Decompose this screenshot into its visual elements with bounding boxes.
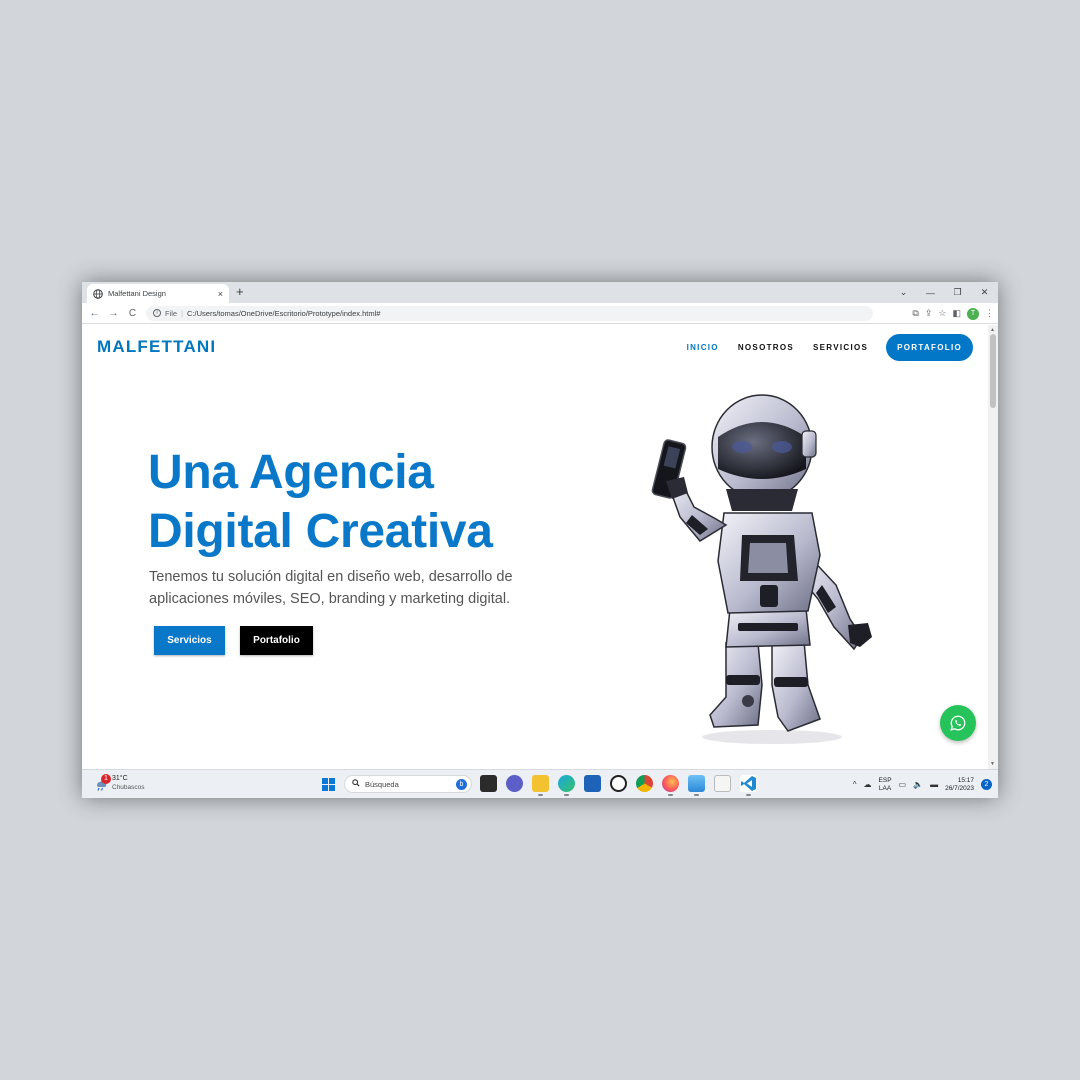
profile-avatar[interactable]: T (967, 307, 979, 320)
taskbar-search[interactable]: Búsqueda b (344, 775, 472, 793)
nav-button-portafolio[interactable]: PORTAFOLIO (886, 334, 973, 361)
search-icon (352, 779, 360, 789)
weather-alert-badge: 1 (101, 774, 111, 784)
forward-button[interactable]: → (104, 308, 123, 319)
page-viewport: MALFETTANI INICIO NOSOTROS SERVICIOS POR… (82, 325, 988, 769)
address-separator: | (181, 308, 184, 318)
tab-title: Malfettani Design (108, 289, 166, 298)
address-url[interactable]: C:/Users/tomas/OneDrive/Escritorio/Proto… (187, 309, 380, 318)
clock-time: 15:17 (957, 776, 974, 784)
input-language[interactable]: ESP LAA (879, 777, 892, 793)
site-info-icon[interactable]: i (153, 309, 161, 317)
back-button[interactable]: ← (85, 308, 104, 319)
site-logo[interactable]: MALFETTANI (97, 337, 216, 357)
notification-badge[interactable]: 2 (981, 779, 992, 790)
address-scheme: File (165, 308, 178, 318)
close-window-button[interactable]: ✕ (971, 287, 998, 298)
tray-chevron-icon[interactable]: ^ (853, 780, 857, 789)
bing-icon: b (456, 778, 467, 790)
servicios-button[interactable]: Servicios (154, 626, 225, 655)
hero-title-line2: Digital Creativa (148, 505, 493, 558)
file-explorer-icon[interactable] (532, 775, 549, 796)
scroll-up-icon[interactable]: ▲ (990, 327, 995, 333)
tab-search-icon[interactable]: ⌄ (890, 287, 917, 298)
notepad-icon[interactable] (714, 775, 731, 792)
screen: Malfettani Design × + ⌄ — ❐ ✕ ← → C i Fi… (82, 282, 998, 798)
restore-button[interactable]: ❐ (944, 287, 971, 298)
translate-icon[interactable]: ⧉ (912, 308, 918, 319)
share-icon[interactable]: ⇪ (925, 308, 933, 319)
minimize-button[interactable]: — (917, 288, 944, 298)
browser-tabstrip: Malfettani Design × + ⌄ — ❐ ✕ (82, 282, 998, 303)
new-tab-button[interactable]: + (236, 285, 244, 299)
hero-title: Una Agencia Digital Creativa (148, 443, 493, 561)
robot-illustration (651, 394, 872, 744)
onedrive-icon[interactable]: ☁ (864, 780, 872, 789)
search-placeholder: Búsqueda (365, 779, 399, 789)
page-scrollbar[interactable]: ▲ ▼ (988, 325, 998, 769)
address-bar[interactable]: i File | C:/Users/tomas/OneDrive/Escrito… (146, 305, 873, 321)
whatsapp-button[interactable] (940, 705, 976, 741)
nav-link-nosotros[interactable]: NOSOTROS (738, 343, 794, 352)
task-view-icon[interactable] (480, 775, 497, 792)
portafolio-button[interactable]: Portafolio (240, 626, 313, 655)
nav-link-servicios[interactable]: SERVICIOS (813, 343, 868, 352)
whatsapp-icon (950, 715, 966, 731)
photos-icon[interactable] (688, 775, 705, 796)
weather-widget[interactable]: 1 31°C Chubascos (94, 774, 154, 795)
browser-tab[interactable]: Malfettani Design × (87, 284, 229, 303)
reload-button[interactable]: C (123, 308, 142, 319)
weather-condition: Chubascos (112, 784, 145, 791)
site-nav: INICIO NOSOTROS SERVICIOS PORTAFOLIO (668, 334, 973, 361)
battery-icon[interactable]: ▬ (930, 780, 938, 789)
dell-icon[interactable] (610, 775, 627, 792)
browser-toolbar: ← → C i File | C:/Users/tomas/OneDrive/E… (82, 303, 998, 324)
nav-link-inicio[interactable]: INICIO (687, 343, 719, 352)
toolbar-actions: ⧉ ⇪ ☆ ◧ T ⋮ (912, 303, 994, 324)
hero-subtitle: Tenemos tu solución digital en diseño we… (149, 569, 513, 607)
chat-icon[interactable] (506, 775, 523, 792)
weather-temperature: 31°C (112, 775, 128, 782)
store-icon[interactable] (584, 775, 601, 792)
start-icon[interactable] (322, 778, 335, 791)
edge-icon[interactable] (558, 775, 575, 796)
star-icon[interactable]: ☆ (938, 308, 946, 319)
hero-title-line1: Una Agencia (148, 446, 434, 499)
globe-icon (93, 288, 103, 299)
taskbar-apps (480, 775, 757, 796)
clock-date: 26/7/2023 (945, 784, 974, 792)
network-icon[interactable]: ▭ (899, 780, 907, 789)
firefox-icon[interactable] (662, 775, 679, 796)
scroll-down-icon[interactable]: ▼ (990, 761, 995, 767)
tab-close-icon[interactable]: × (218, 289, 223, 299)
sidepanel-icon[interactable]: ◧ (952, 308, 961, 319)
chrome-icon[interactable] (636, 775, 653, 792)
vscode-icon[interactable] (740, 775, 757, 796)
system-tray: ^ ☁ ESP LAA ▭ 🔈 ▬ 15:17 26/7/2023 2 (853, 770, 998, 798)
taskbar-clock[interactable]: 15:17 26/7/2023 (945, 777, 974, 793)
menu-icon[interactable]: ⋮ (985, 308, 994, 319)
volume-icon[interactable]: 🔈 (913, 780, 923, 789)
window-controls: ⌄ — ❐ ✕ (890, 282, 998, 303)
scrollbar-thumb[interactable] (990, 334, 996, 408)
taskbar: 1 31°C Chubascos Búsqueda b ^ ☁ ESP LAA … (82, 769, 998, 798)
